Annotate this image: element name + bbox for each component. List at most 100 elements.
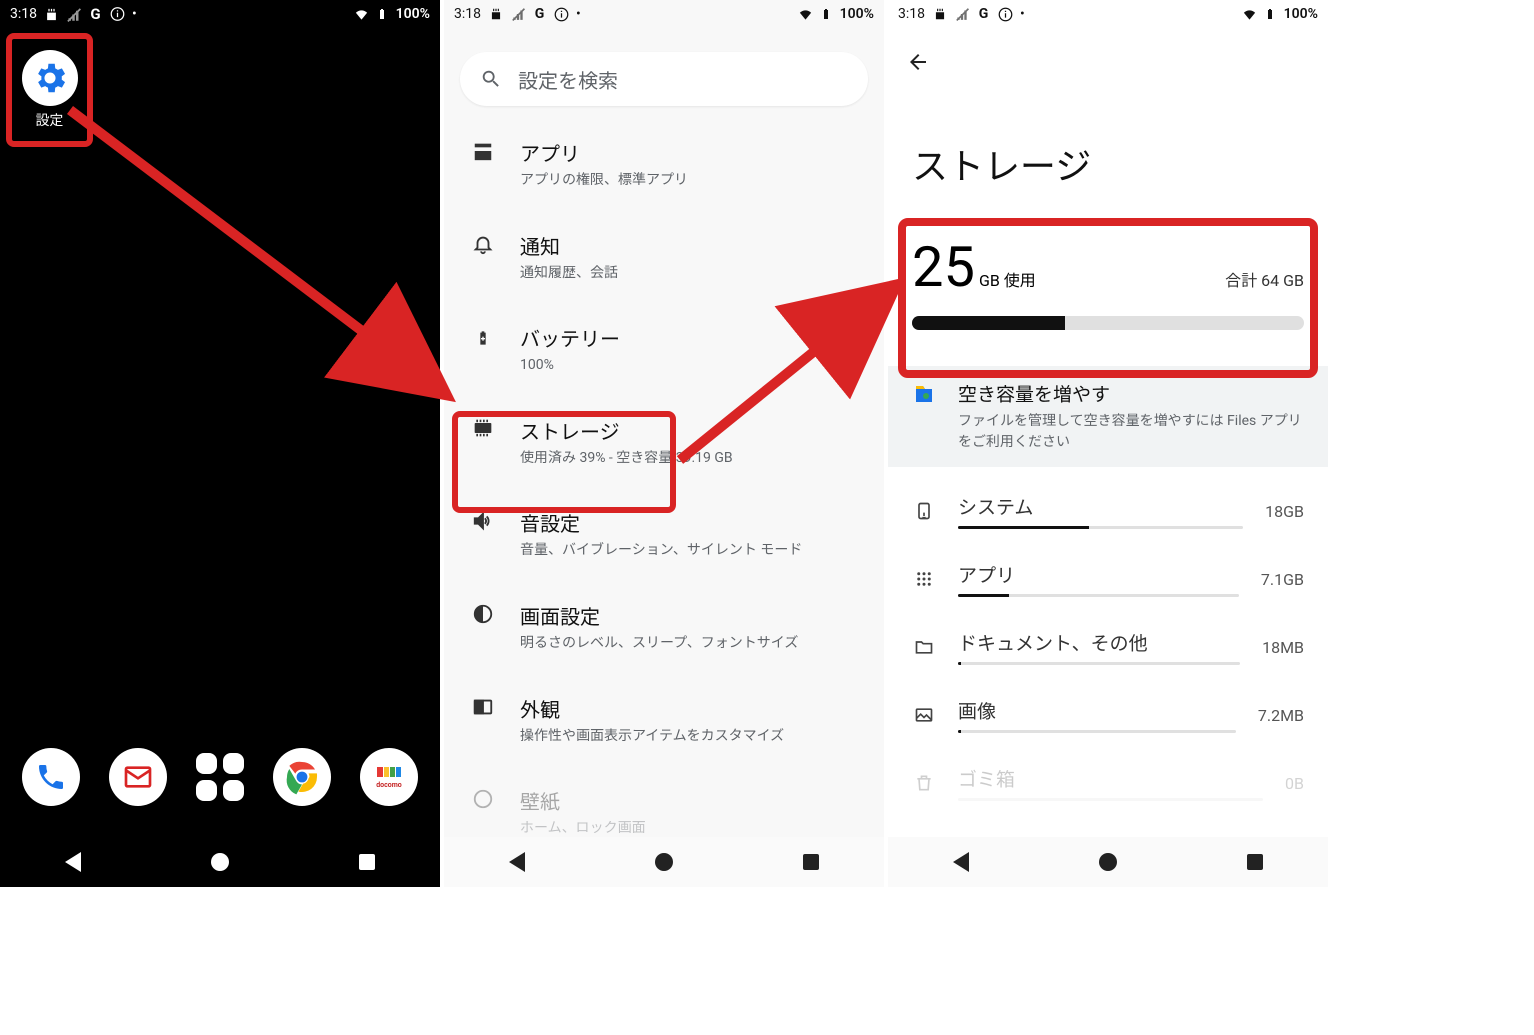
usage-bar [912, 316, 1304, 330]
used-unit: GB 使用 [979, 271, 1036, 290]
settings-app-icon[interactable] [22, 50, 78, 106]
status-dot: • [1020, 6, 1025, 22]
settings-item-appearance[interactable]: 外観操作性や画面表示アイテムをカスタマイズ [444, 674, 884, 767]
chrome-app-icon[interactable] [273, 748, 331, 806]
phone-app-icon[interactable] [22, 748, 80, 806]
storage-detail-screen: 3:18 G • 100% ストレージ 25GB 使用 [888, 0, 1328, 887]
svg-text:docomo: docomo [376, 781, 402, 789]
item-sub: 明るさのレベル、スリープ、フォントサイズ [520, 634, 860, 654]
nav-recent-icon[interactable] [1247, 854, 1263, 870]
phone-icon [35, 761, 67, 793]
cat-label: 画像 [958, 697, 1236, 724]
storage-category-apps[interactable]: アプリ 7.1GB [888, 545, 1328, 613]
cat-size: 7.2MB [1258, 706, 1304, 725]
cat-fill [958, 594, 1009, 597]
dock: docomo [0, 742, 440, 812]
appearance-icon [468, 696, 498, 718]
free-up-space-item[interactable]: 空き容量を増やす ファイルを管理して空き容量を増やすには Files アプリをご… [888, 366, 1328, 467]
item-sub: 操作性や画面表示アイテムをカスタマイズ [520, 727, 860, 747]
sound-icon [468, 510, 498, 532]
storage-category-trash[interactable]: ゴミ箱 0B [888, 749, 1328, 817]
debug-icon [932, 7, 947, 22]
palette-icon [468, 788, 498, 810]
item-sub: 音量、バイブレーション、サイレント モード [520, 541, 860, 561]
debug-icon [488, 7, 503, 22]
debug-icon [44, 7, 59, 22]
storage-categories: システム 18GB アプリ 7.1GB ドキュメント、その他 18MB 画像 7… [888, 477, 1328, 817]
nav-back-icon[interactable] [509, 852, 525, 872]
status-time: 3:18 [454, 6, 481, 22]
cat-size: 0B [1285, 774, 1304, 793]
gear-icon [31, 59, 69, 97]
settings-item-battery[interactable]: バッテリー100% [444, 303, 884, 396]
cat-fill [958, 730, 961, 733]
nav-recent-icon[interactable] [359, 854, 375, 870]
nav-home-icon[interactable] [211, 853, 229, 871]
battery-icon [1263, 7, 1278, 22]
total-label: 合計 64 GB [1225, 267, 1304, 291]
wifi-icon [1242, 7, 1257, 22]
apps-icon [468, 140, 498, 162]
back-button[interactable] [888, 28, 1328, 78]
battery-icon [819, 7, 834, 22]
mail-app-icon[interactable] [109, 748, 167, 806]
google-icon: G [976, 7, 991, 22]
status-battery: 100% [396, 6, 430, 22]
arrow-left-icon [906, 50, 930, 74]
status-bar: 3:18 G • 100% [888, 0, 1328, 28]
battery-icon [375, 7, 390, 22]
signal-off-icon [954, 7, 969, 22]
info-icon [554, 7, 569, 22]
settings-item-display[interactable]: 画面設定明るさのレベル、スリープ、フォントサイズ [444, 581, 884, 674]
settings-app-label: 設定 [36, 110, 64, 130]
nav-back-icon[interactable] [953, 852, 969, 872]
search-placeholder: 設定を検索 [518, 65, 618, 94]
cat-size: 7.1GB [1261, 570, 1304, 589]
cat-label: システム [958, 493, 1243, 520]
cat-label: アプリ [958, 561, 1239, 588]
cat-label: ドキュメント、その他 [958, 629, 1240, 656]
settings-app-highlight: 設定 [6, 33, 93, 147]
nav-back-icon[interactable] [65, 852, 81, 872]
apps-grid-icon [912, 570, 936, 588]
signal-off-icon [510, 7, 525, 22]
storage-category-documents[interactable]: ドキュメント、その他 18MB [888, 613, 1328, 681]
nav-bar [444, 837, 884, 887]
status-battery: 100% [1284, 6, 1318, 22]
item-sub: アプリの権限、標準アプリ [520, 171, 860, 191]
settings-item-apps[interactable]: アプリアプリの権限、標準アプリ [444, 118, 884, 211]
wifi-icon [798, 7, 813, 22]
nav-recent-icon[interactable] [803, 854, 819, 870]
item-title: 画面設定 [520, 601, 860, 630]
google-icon: G [88, 7, 103, 22]
settings-item-notifications[interactable]: 通知通知履歴、会話 [444, 211, 884, 304]
status-dot: • [132, 6, 137, 22]
status-time: 3:18 [898, 6, 925, 22]
battery-item-icon [468, 325, 498, 351]
store-icon: docomo [369, 757, 409, 797]
wifi-icon [354, 7, 369, 22]
settings-item-storage[interactable]: ストレージ使用済み 39% - 空き容量 39.19 GB [444, 396, 884, 489]
cat-size: 18GB [1265, 502, 1304, 521]
storage-category-images[interactable]: 画像 7.2MB [888, 681, 1328, 749]
usage-fill [912, 316, 1065, 330]
item-sub: 100% [520, 356, 860, 376]
home-screen: 3:18 G • 1 [0, 0, 440, 887]
nav-home-icon[interactable] [1099, 853, 1117, 871]
search-icon [480, 68, 502, 90]
storage-category-system[interactable]: システム 18GB [888, 477, 1328, 545]
settings-item-sound[interactable]: 音設定音量、バイブレーション、サイレント モード [444, 488, 884, 581]
mail-icon [122, 761, 154, 793]
bell-icon [468, 233, 498, 255]
nav-home-icon[interactable] [655, 853, 673, 871]
nav-bar [888, 837, 1328, 887]
trash-icon [912, 773, 936, 793]
brightness-icon [468, 603, 498, 625]
signal-off-icon [66, 7, 81, 22]
status-battery: 100% [840, 6, 874, 22]
settings-search[interactable]: 設定を検索 [460, 52, 868, 106]
cat-fill [958, 526, 1089, 529]
app-drawer-icon[interactable] [196, 753, 244, 801]
item-title: ストレージ [520, 416, 860, 445]
docomo-app-icon[interactable]: docomo [360, 748, 418, 806]
